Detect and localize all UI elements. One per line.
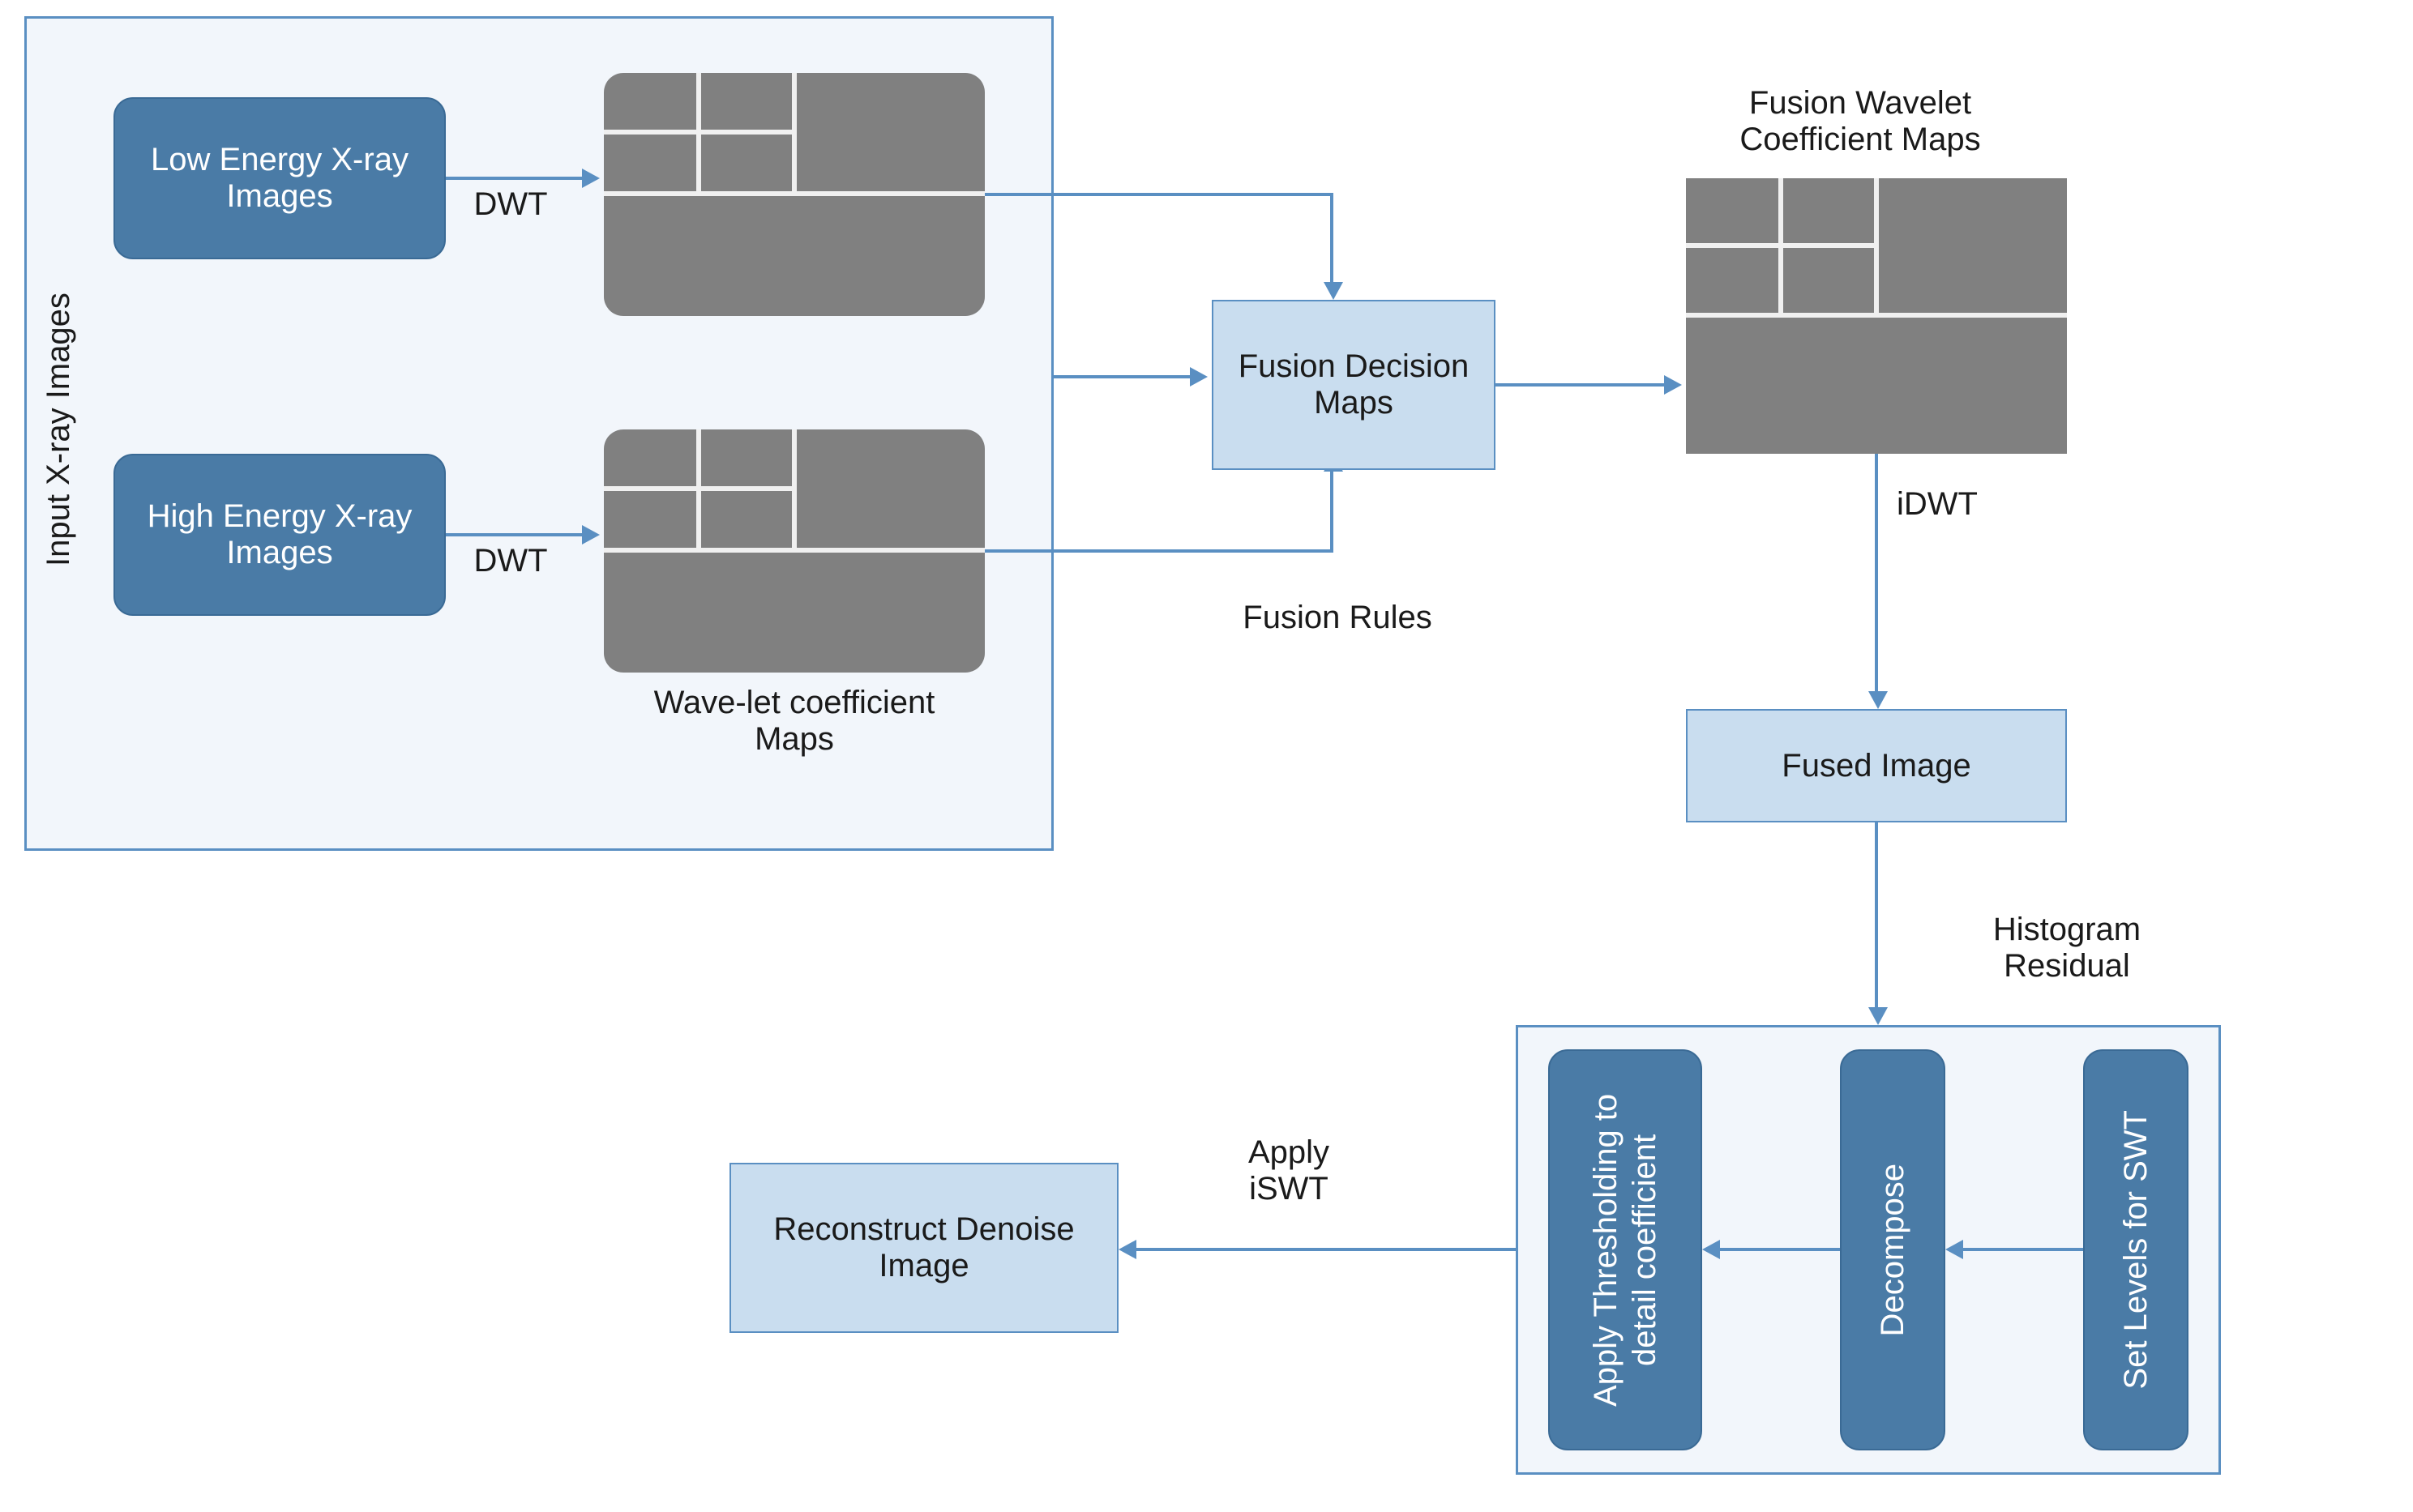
arrow-thresh-reconstruct: [1135, 1248, 1516, 1251]
arrow-decompose-thresh: [1718, 1248, 1840, 1251]
arrow-he-dwt: [446, 533, 584, 536]
fusion-decision-maps-label: Fusion Decision Maps: [1213, 348, 1494, 421]
arrow-fdm-fwcm-head: [1664, 375, 1682, 395]
wavelet-map-low: [604, 73, 985, 316]
arrow-fdm-fwcm: [1495, 383, 1666, 387]
arrow-le-dwt: [446, 177, 584, 180]
thresholding-label: Apply Thresholding to detail coefficient: [1586, 1051, 1664, 1449]
arrow-he-dwt-head: [582, 525, 600, 545]
arrow-le-dwt-head: [582, 169, 600, 188]
low-energy-label: Low Energy X-ray Images: [115, 142, 444, 215]
arrow-decompose-thresh-head: [1702, 1240, 1720, 1259]
fusion-decision-maps: Fusion Decision Maps: [1212, 300, 1495, 470]
wavelet-map-high: [604, 429, 985, 673]
fusion-wavelet-label: Fusion Wavelet Coefficient Maps: [1670, 85, 2051, 158]
decompose-label: Decompose: [1873, 1164, 1912, 1336]
dwt-label-top: DWT: [462, 186, 559, 223]
high-energy-label: High Energy X-ray Images: [115, 498, 444, 571]
arrow-fused-denoise-head: [1868, 1007, 1888, 1025]
reconstruct-box: Reconstruct Denoise Image: [729, 1163, 1119, 1333]
dwt-label-bottom: DWT: [462, 543, 559, 579]
low-energy-box: Low Energy X-ray Images: [113, 97, 446, 259]
arrow-fwcm-fused-head: [1868, 691, 1888, 709]
arrow-wm-top-h: [985, 193, 1333, 196]
apply-iswt-label: Apply iSWT: [1216, 1134, 1362, 1207]
high-energy-box: High Energy X-ray Images: [113, 454, 446, 616]
arrow-setlevels-decompose-head: [1945, 1240, 1963, 1259]
thresholding-box: Apply Thresholding to detail coefficient: [1548, 1049, 1702, 1450]
histogram-residual-label: Histogram Residual: [1970, 912, 2164, 985]
arrow-wm-top-v: [1330, 193, 1333, 284]
reconstruct-label: Reconstruct Denoise Image: [731, 1211, 1117, 1284]
set-levels-box: Set Levels for SWT: [2083, 1049, 2188, 1450]
input-group-label: Input X-ray Images: [41, 259, 77, 600]
fused-image-label: Fused Image: [1782, 748, 1970, 784]
set-levels-label: Set Levels for SWT: [2116, 1110, 2155, 1390]
decompose-box: Decompose: [1840, 1049, 1945, 1450]
arrow-fwcm-fused: [1875, 454, 1878, 693]
arrow-wm-bot-v: [1330, 470, 1333, 553]
arrow-setlevels-decompose: [1962, 1248, 2083, 1251]
idwt-label: iDWT: [1897, 486, 2010, 523]
arrow-rules-head: [1190, 367, 1208, 387]
arrow-wm-bot-h: [985, 549, 1333, 553]
fused-image-box: Fused Image: [1686, 709, 2067, 822]
arrow-rules-h: [1054, 375, 1192, 378]
arrow-thresh-reconstruct-head: [1119, 1240, 1136, 1259]
fusion-wavelet-map: [1686, 178, 2067, 454]
fusion-rules-label: Fusion Rules: [1232, 600, 1443, 636]
arrow-wm-top-head: [1324, 282, 1343, 300]
arrow-fused-denoise: [1875, 822, 1878, 1009]
wavelet-maps-label: Wave-let coefficient Maps: [616, 685, 973, 758]
